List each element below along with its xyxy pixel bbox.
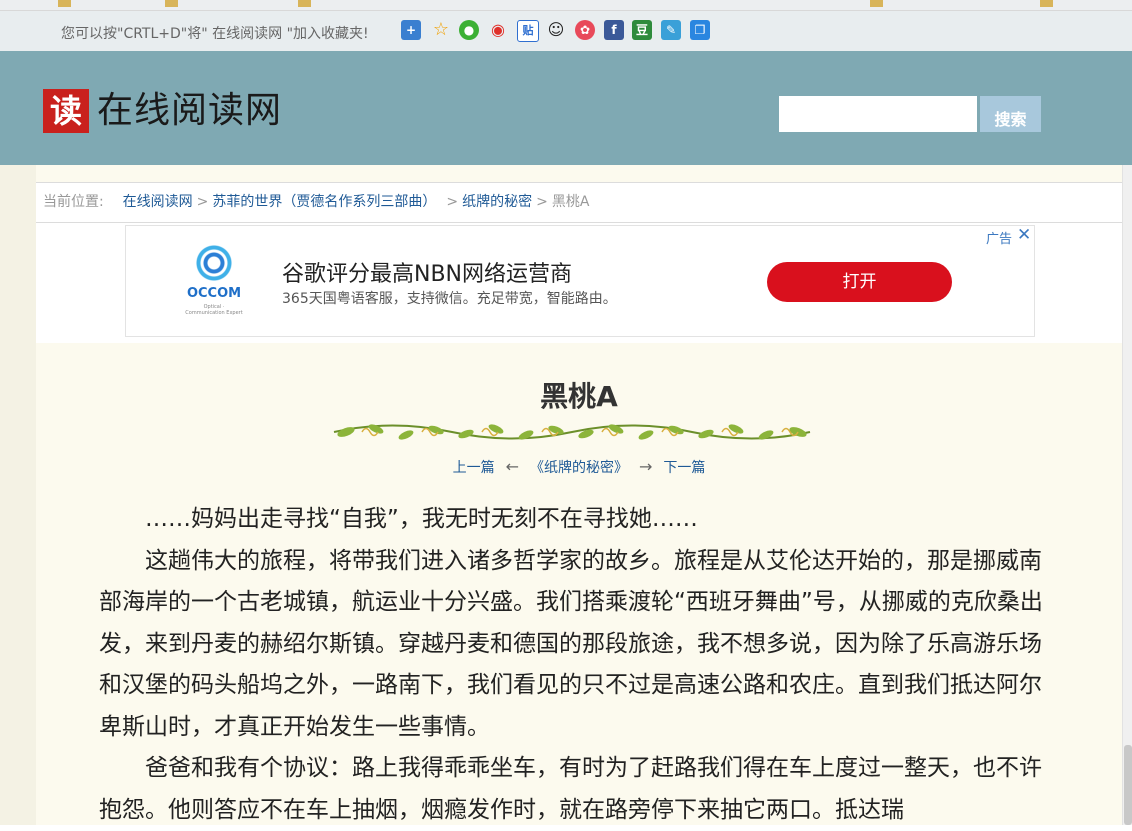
breadcrumb-separator: > — [536, 194, 548, 210]
page-scrollbar[interactable] — [1122, 165, 1132, 825]
chapter-navigation: 上一篇 ← 《纸牌的秘密》 → 下一篇 — [36, 457, 1122, 477]
article-paragraph: 这趟伟大的旅程，将带我们进入诸多哲学家的故乡。旅程是从艾伦达开始的，那是挪威南部… — [99, 547, 1043, 740]
ad-title[interactable]: 谷歌评分最高NBN网络运营商 — [282, 256, 572, 288]
breadcrumb-book-link[interactable]: 苏菲的世界（贾德名作系列三部曲） — [212, 194, 436, 210]
ad-brand-logo[interactable]: OCCOM Optical · Communication Expert — [184, 240, 244, 320]
prev-chapter-link[interactable]: 上一篇 — [453, 460, 495, 476]
bookmark-folder[interactable] — [298, 0, 315, 7]
folder-icon — [870, 0, 883, 7]
breadcrumb-chapter-link[interactable]: 纸牌的秘密 — [462, 194, 532, 210]
tieba-icon[interactable]: 贴 — [517, 20, 539, 42]
folder-icon — [1040, 0, 1053, 7]
breadcrumb-current: 黑桃A — [551, 194, 590, 210]
bookmark-folder[interactable] — [870, 0, 887, 7]
bookmark-folder[interactable] — [165, 0, 182, 7]
ad-close-icon[interactable]: ✕ — [1017, 225, 1031, 245]
douban-icon[interactable]: 豆 — [632, 20, 652, 40]
folder-icon — [165, 0, 178, 7]
ad-brand-name: OCCOM — [186, 286, 242, 301]
ad-logo-icon — [194, 240, 234, 286]
arrow-left-icon: ← — [505, 457, 519, 476]
vine-divider-icon — [333, 424, 811, 440]
article-title: 黑桃A — [540, 380, 618, 413]
article-paragraph: ……妈妈出走寻找“自我”，我无时无刻不在寻找她…… — [145, 506, 698, 532]
search-button[interactable]: 搜索 — [980, 96, 1041, 132]
book-index-link[interactable]: 《纸牌的秘密》 — [530, 460, 628, 476]
bookmark-folder[interactable] — [58, 0, 75, 7]
add-icon[interactable]: + — [401, 20, 421, 40]
pen-icon[interactable]: ✎ — [661, 20, 681, 40]
ad-band: OCCOM Optical · Communication Expert 谷歌评… — [36, 223, 1122, 343]
content-container: 当前位置: 在线阅读网 > 苏菲的世界（贾德名作系列三部曲） > 纸牌的秘密 > 黑桃A O… — [36, 165, 1122, 825]
site-logo-text[interactable]: 在线阅读网 — [97, 89, 282, 133]
breadcrumb: 当前位置: 在线阅读网 > 苏菲的世界（贾德名作系列三部曲） > 纸牌的秘密 > 黑桃A — [36, 182, 1122, 223]
article-paragraph: 爸爸和我有个协议：路上我得乖乖坐车，有时为了赶路我们得在车上度过一整天，也不许抱… — [99, 755, 1042, 823]
breadcrumb-separator: > — [446, 194, 459, 210]
star-icon[interactable]: ☆ — [431, 20, 451, 40]
scrollbar-thumb[interactable] — [1124, 745, 1132, 825]
ad-banner[interactable]: OCCOM Optical · Communication Expert 谷歌评… — [125, 225, 1035, 337]
flower-icon[interactable]: ✿ — [575, 20, 595, 40]
search-input[interactable] — [779, 96, 977, 132]
facebook-icon[interactable]: f — [604, 20, 624, 40]
wechat-icon[interactable]: ● — [459, 20, 479, 40]
ad-label[interactable]: 广告 — [986, 228, 1012, 247]
bookmark-hint: 您可以按"CRTL+D"将" 在线阅读网 "加入收藏夹! — [61, 26, 369, 42]
site-logo-mark[interactable]: 读 — [43, 89, 89, 133]
ad-brand-tagline: Optical · Communication Expert — [185, 304, 243, 316]
site-header: 读 在线阅读网 搜索 — [0, 51, 1132, 165]
copy-icon[interactable]: ❐ — [690, 20, 710, 40]
ad-open-button[interactable]: 打开 — [767, 262, 952, 302]
qq-icon[interactable]: ☺ — [546, 20, 566, 40]
breadcrumb-separator: > — [196, 194, 209, 210]
bookmark-folder[interactable] — [1040, 0, 1057, 7]
breadcrumb-home-link[interactable]: 在线阅读网 — [123, 194, 193, 210]
weibo-icon[interactable]: ◉ — [488, 20, 508, 40]
article-body: ……妈妈出走寻找“自我”，我无时无刻不在寻找她…… 这趟伟大的旅程，将带我们进入… — [99, 499, 1059, 831]
bookmarks-bar — [0, 0, 1132, 11]
top-notice-bar: 您可以按"CRTL+D"将" 在线阅读网 "加入收藏夹! + ☆ ● ◉ 贴 ☺… — [0, 11, 1132, 51]
ad-subtitle: 365天国粤语客服，支持微信。充足带宽，智能路由。 — [282, 291, 617, 307]
folder-icon — [58, 0, 71, 7]
arrow-right-icon: → — [639, 457, 653, 476]
folder-icon — [298, 0, 311, 7]
next-chapter-link[interactable]: 下一篇 — [663, 460, 705, 476]
page-background: 当前位置: 在线阅读网 > 苏菲的世界（贾德名作系列三部曲） > 纸牌的秘密 > 黑桃A O… — [0, 165, 1132, 825]
breadcrumb-prefix: 当前位置: — [43, 194, 104, 210]
